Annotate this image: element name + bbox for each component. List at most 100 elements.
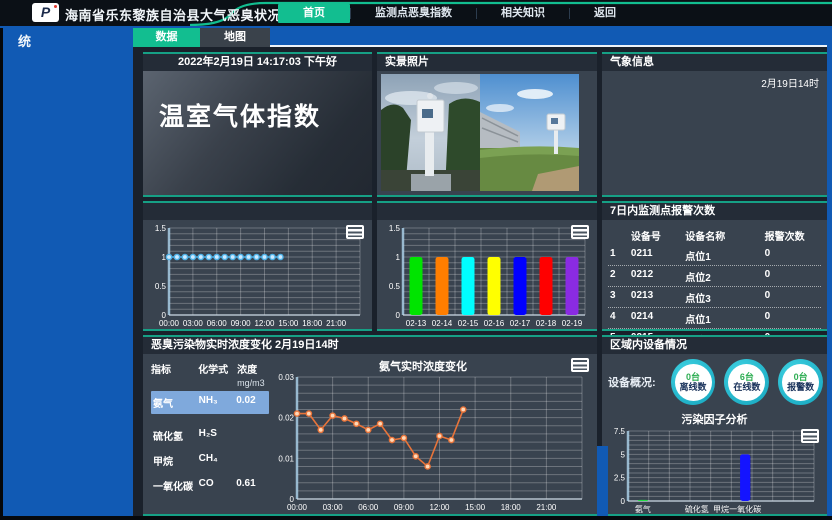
greeting-body: 温室气体指数 — [143, 71, 372, 195]
svg-text:15:00: 15:00 — [465, 503, 486, 512]
device-overview-label: 设备概况: — [608, 374, 656, 390]
svg-text:一氧化碳: 一氧化碳 — [729, 504, 761, 514]
view-tabs: 数据 地图 — [133, 28, 827, 47]
alarm-table-row: 10211点位10 — [608, 245, 821, 266]
svg-text:02-15: 02-15 — [458, 319, 479, 328]
svg-text:21:00: 21:00 — [536, 503, 557, 512]
alarm-table-row: 20212点位20 — [608, 266, 821, 287]
svg-text:甲烷: 甲烷 — [713, 504, 729, 514]
photo-row — [381, 74, 579, 191]
pollutants-panel-title: 恶臭污染物实时浓度变化 2月19日14时 — [143, 337, 597, 354]
pollution-factor-chart: 02.557.5氨气硫化氢甲烷一氧化碳 — [606, 425, 823, 514]
greenhouse-chart-panel: 00.511.500:0003:0006:0009:0012:0015:0018… — [143, 201, 372, 331]
svg-text:0: 0 — [621, 497, 626, 506]
daily-index-panel: 00.511.502-1302-1402-1502-1602-1702-1802… — [377, 201, 597, 331]
app-logo-icon: P — [32, 3, 59, 22]
nav-item-knowledge[interactable]: 相关知识 — [477, 4, 569, 23]
svg-text:02-18: 02-18 — [536, 319, 557, 328]
pollutant-row[interactable]: 氨气NH₃0.02 — [151, 391, 269, 414]
svg-text:21:00: 21:00 — [326, 319, 347, 328]
svg-text:18:00: 18:00 — [501, 503, 522, 512]
app-title-wrap: 统 — [3, 28, 133, 50]
svg-text:12:00: 12:00 — [429, 503, 450, 512]
pollutant-table: 指标 化学式 浓度 mg/m3 氨气NH₃0.02 硫化氢H₂S甲烷CH₄一氧化碳… — [151, 361, 269, 499]
svg-text:0: 0 — [396, 311, 401, 320]
svg-text:1.5: 1.5 — [389, 224, 401, 233]
nav-item-odor-index[interactable]: 监测点恶臭指数 — [351, 4, 476, 23]
svg-text:00:00: 00:00 — [287, 503, 308, 512]
weather-panel-title: 气象信息 — [602, 54, 827, 71]
devices-panel: 区域内设备情况 设备概况: 0台 离线数 6台 在线数 0台 报警数 — [602, 335, 827, 516]
topbar-divider — [0, 26, 832, 28]
top-bar: P 海南省乐东黎族自治县大气恶臭状况实时发布系 首页 监测点恶臭指数 相关知识 … — [0, 0, 832, 26]
right-edge-strip — [827, 26, 832, 516]
svg-text:09:00: 09:00 — [394, 503, 415, 512]
svg-text:06:00: 06:00 — [358, 503, 379, 512]
greeting-panel: 2022年2月19日 14:17:03 下午好 温室气体指数 — [143, 52, 372, 197]
col-device-name: 设备名称 — [685, 228, 764, 243]
tab-map[interactable]: 地图 — [200, 28, 270, 47]
weather-time: 2月19日14时 — [761, 75, 819, 90]
pollutant-row[interactable]: 甲烷CH₄ — [151, 449, 269, 472]
site-photo-dusk — [381, 74, 480, 191]
daily-odor-index-chart: 00.511.502-1302-1402-1502-1602-1702-1802… — [379, 222, 594, 328]
bottom-edge-strip — [0, 516, 832, 520]
svg-text:03:00: 03:00 — [323, 503, 344, 512]
svg-text:02-16: 02-16 — [484, 319, 505, 328]
pollutant-row[interactable]: 硫化氢H₂S — [151, 424, 269, 447]
pollutant-unit-row: mg/m3 — [151, 378, 269, 388]
tabrow-filler — [270, 28, 827, 47]
svg-text:氨气: 氨气 — [635, 504, 651, 514]
panel-gap-strip — [597, 446, 608, 516]
nh3-realtime-chart: 00.010.020.0300:0003:0006:0009:0012:0015… — [269, 371, 591, 512]
alarm-count-badge: 0台 报警数 — [778, 359, 823, 405]
svg-text:1.5: 1.5 — [155, 224, 167, 233]
svg-text:00:00: 00:00 — [159, 319, 180, 328]
left-sidebar: 统 — [0, 28, 133, 516]
weather-panel: 气象信息 2月19日14时 — [602, 52, 827, 197]
svg-text:2.5: 2.5 — [614, 474, 626, 483]
alarm-table-row: 30213点位30 — [608, 287, 821, 308]
devices-panel-title: 区域内设备情况 — [602, 337, 827, 354]
pollutant-table-body: 氨气NH₃0.02 硫化氢H₂S甲烷CH₄一氧化碳CO0.61 — [151, 391, 269, 497]
svg-text:12:00: 12:00 — [254, 319, 275, 328]
photos-panel: 实景照片 — [377, 52, 597, 197]
greenhouse-index-chart: 00.511.500:0003:0006:0009:0012:0015:0018… — [145, 222, 369, 328]
alarm-table-row: 40214点位10 — [608, 308, 821, 329]
svg-text:15:00: 15:00 — [278, 319, 299, 328]
svg-text:0.01: 0.01 — [278, 454, 294, 463]
nav-item-back[interactable]: 返回 — [570, 4, 640, 23]
pollutant-row[interactable]: 一氧化碳CO0.61 — [151, 474, 269, 497]
photos-panel-title: 实景照片 — [377, 54, 597, 71]
svg-text:06:00: 06:00 — [207, 319, 228, 328]
svg-text:0.02: 0.02 — [278, 414, 294, 423]
svg-text:7.5: 7.5 — [614, 427, 626, 436]
tab-data[interactable]: 数据 — [133, 28, 200, 47]
alarm-table-header: 设备号 设备名称 报警次数 — [608, 225, 821, 245]
svg-text:1: 1 — [396, 253, 401, 262]
pollutant-table-header: 指标 化学式 浓度 — [151, 361, 269, 376]
pollutants-panel: 恶臭污染物实时浓度变化 2月19日14时 指标 化学式 浓度 mg/m3 氨气N… — [143, 335, 597, 516]
svg-text:0.5: 0.5 — [389, 282, 401, 291]
alarm-table-title: 7日内监测点报警次数 — [602, 203, 827, 220]
nav-item-home[interactable]: 首页 — [278, 4, 350, 23]
svg-text:硫化氢: 硫化氢 — [685, 504, 709, 514]
svg-text:02-19: 02-19 — [562, 319, 583, 328]
online-count-badge: 6台 在线数 — [724, 359, 769, 405]
chart-menu-icon[interactable] — [571, 358, 589, 372]
offline-count-badge: 0台 离线数 — [671, 359, 716, 405]
col-device-id: 设备号 — [631, 228, 685, 243]
greenhouse-chart-header — [143, 203, 372, 220]
datetime-header: 2022年2月19日 14:17:03 下午好 — [143, 54, 372, 71]
svg-text:02-17: 02-17 — [510, 319, 531, 328]
svg-text:0.03: 0.03 — [278, 373, 294, 382]
col-alarm-count: 报警次数 — [765, 228, 819, 243]
alarm-table-panel: 7日内监测点报警次数 设备号 设备名称 报警次数 10211点位1020212点… — [602, 201, 827, 331]
dashboard-screen: P 海南省乐东黎族自治县大气恶臭状况实时发布系 首页 监测点恶臭指数 相关知识 … — [0, 0, 832, 520]
site-photo-day — [480, 74, 579, 191]
main-nav: 首页 监测点恶臭指数 相关知识 返回 — [278, 4, 640, 23]
chart-menu-icon[interactable] — [571, 225, 589, 239]
chart-menu-icon[interactable] — [801, 429, 819, 443]
chart-menu-icon[interactable] — [346, 225, 364, 239]
svg-text:02-14: 02-14 — [432, 319, 453, 328]
